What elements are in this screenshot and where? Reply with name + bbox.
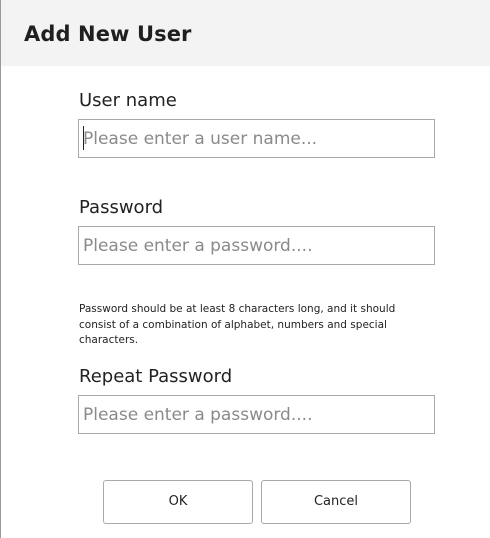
password-label: Password bbox=[79, 197, 164, 218]
add-user-dialog: Add New User User name Password Password… bbox=[0, 0, 490, 538]
username-label: User name bbox=[79, 90, 177, 111]
password-hint: Password should be at least 8 characters… bbox=[79, 303, 396, 346]
password-input[interactable] bbox=[78, 226, 435, 265]
dialog-title: Add New User bbox=[24, 22, 192, 46]
repeat-password-input[interactable] bbox=[78, 395, 435, 434]
text-caret bbox=[83, 126, 84, 150]
username-input[interactable] bbox=[78, 119, 435, 158]
repeat-password-label: Repeat Password bbox=[79, 366, 233, 387]
cancel-button[interactable]: Cancel bbox=[261, 480, 411, 524]
dialog-header: Add New User bbox=[1, 0, 490, 66]
ok-button[interactable]: OK bbox=[103, 480, 253, 524]
